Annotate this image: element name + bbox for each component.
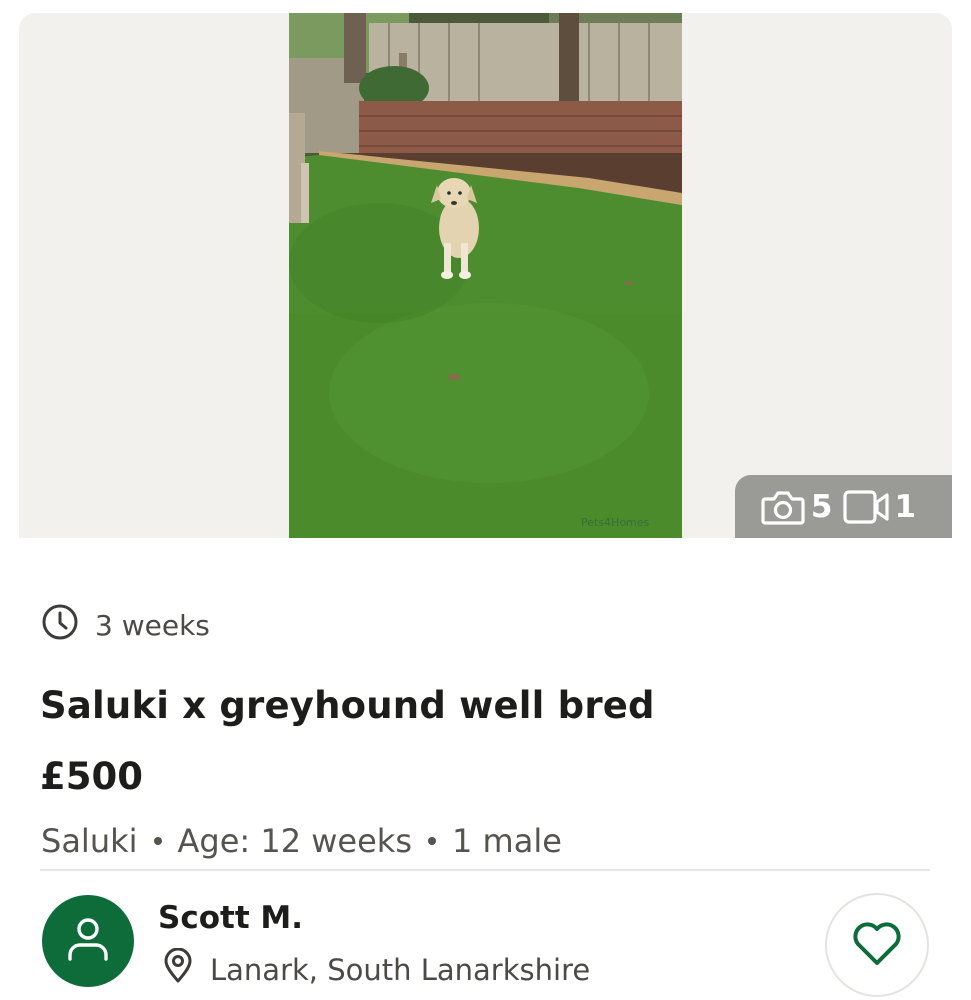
- posted-age-row: 3 weeks: [41, 603, 210, 648]
- media-counter-badge[interactable]: 5 1: [735, 475, 952, 538]
- listing-meta: Saluki Age: 12 weeks 1 male: [41, 822, 562, 860]
- heart-icon: [850, 919, 904, 971]
- posted-ago-text: 3 weeks: [95, 609, 210, 642]
- separator-dot: [428, 837, 436, 845]
- divider: [40, 869, 930, 871]
- seller-avatar[interactable]: [42, 895, 134, 987]
- favourite-button[interactable]: [825, 893, 929, 997]
- user-icon: [65, 915, 111, 967]
- seller-location: Lanark, South Lanarkshire: [162, 947, 591, 991]
- video-count: 1: [894, 488, 917, 525]
- camera-icon: [761, 487, 805, 527]
- watermark-text: Pets4Homes: [581, 516, 650, 529]
- separator-dot: [153, 837, 162, 845]
- age-text: Age: 12 weeks: [177, 822, 412, 860]
- photo-count: 5: [810, 488, 833, 525]
- litter-text: 1 male: [452, 822, 562, 860]
- dog-photo-image: Pets4Homes: [289, 13, 682, 538]
- listing-photo[interactable]: Pets4Homes: [289, 13, 682, 538]
- breed-text: Saluki: [41, 822, 138, 860]
- seller-name[interactable]: Scott M.: [158, 900, 303, 936]
- location-text: Lanark, South Lanarkshire: [210, 952, 591, 987]
- listing-gallery[interactable]: Pets4Homes 5 1: [19, 13, 952, 538]
- clock-icon: [41, 603, 79, 648]
- location-pin-icon: [162, 947, 194, 991]
- listing-title[interactable]: Saluki x greyhound well bred: [40, 684, 655, 727]
- video-icon: [842, 488, 889, 526]
- listing-price: £500: [40, 755, 143, 798]
